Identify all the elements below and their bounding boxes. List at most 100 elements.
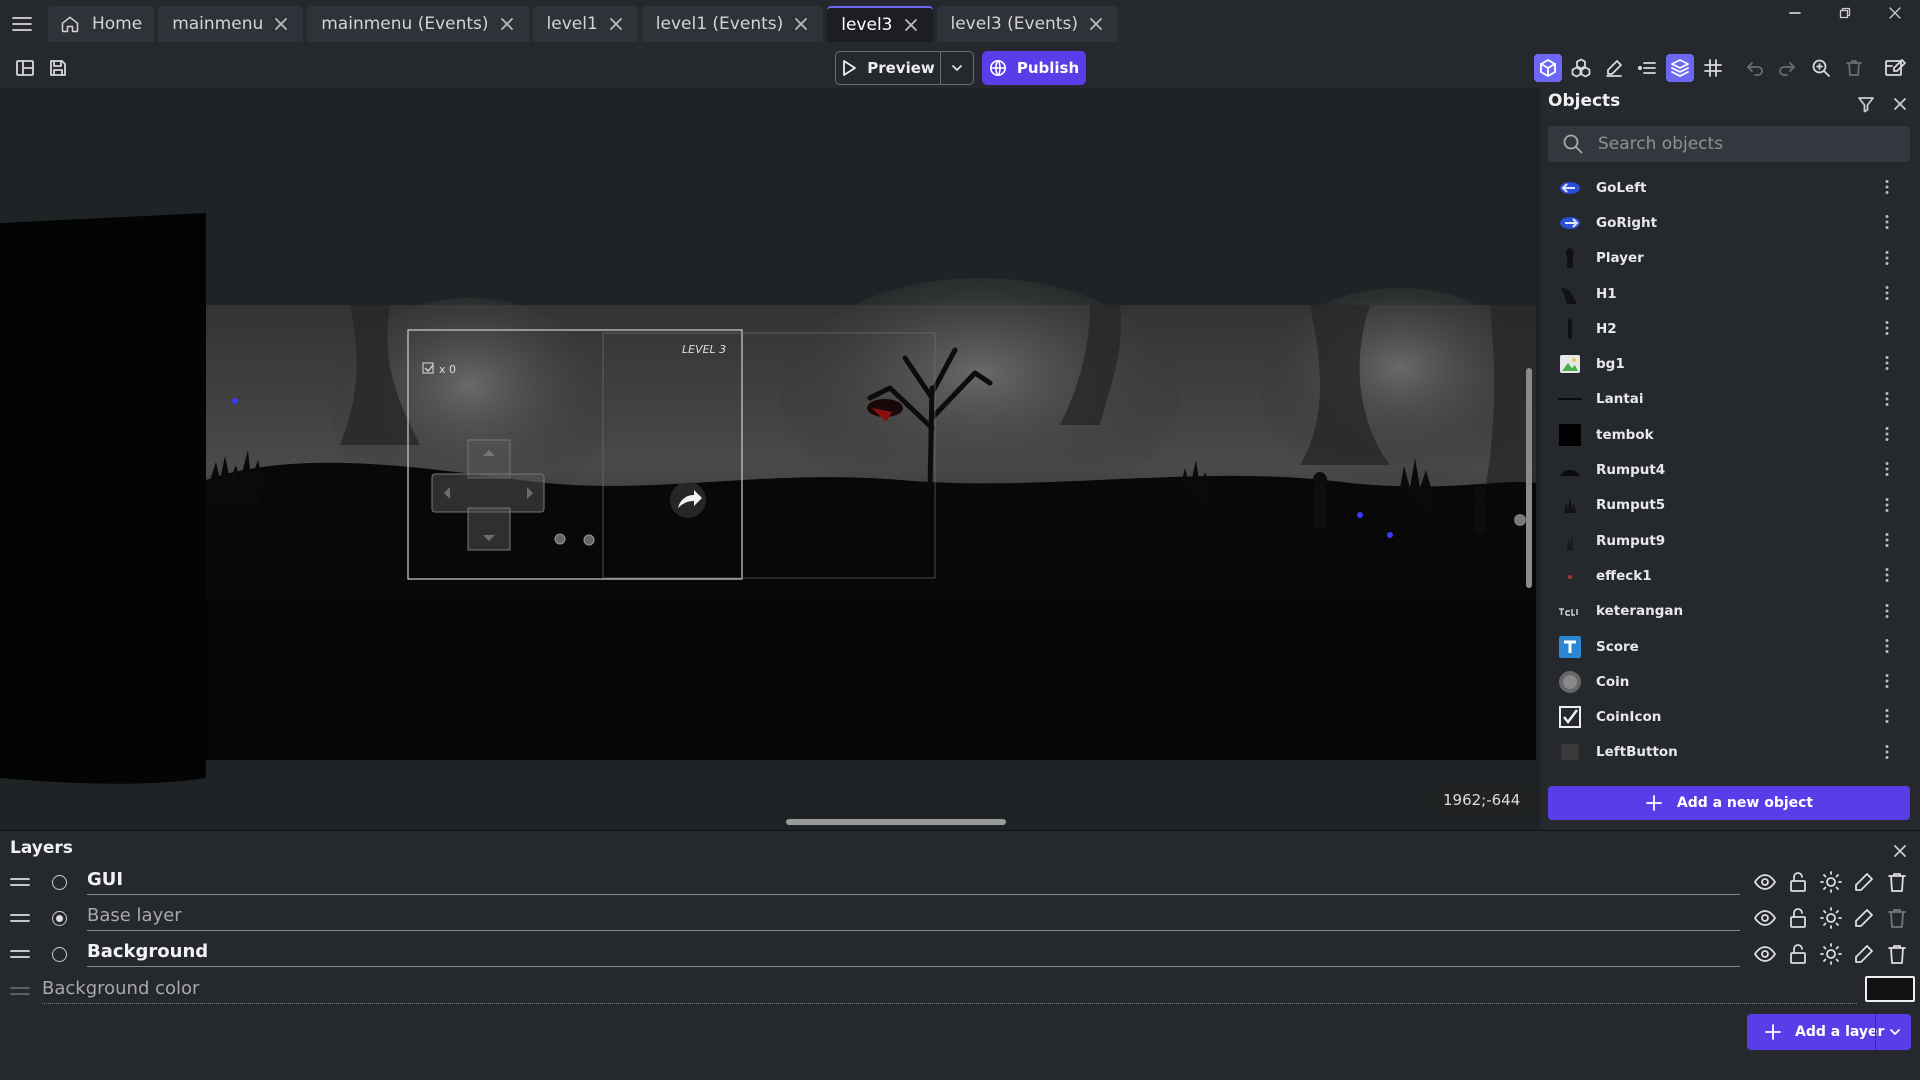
redo-icon[interactable] (1773, 54, 1801, 82)
panels-layout-icon[interactable] (11, 54, 39, 82)
trash-icon[interactable] (1885, 942, 1909, 966)
preview-button[interactable]: Preview (835, 51, 941, 85)
more-options-icon[interactable] (1878, 496, 1896, 514)
scene-canvas[interactable]: x 0 LEVEL 3 (0, 88, 1536, 830)
list-item[interactable]: Score (1540, 629, 1920, 664)
goright-marker[interactable] (1387, 532, 1393, 538)
list-item[interactable]: GoRight (1540, 205, 1920, 240)
list-item[interactable]: LeftButton (1540, 735, 1920, 765)
minimize-icon[interactable] (1770, 0, 1820, 26)
preview-options-dropdown[interactable] (940, 51, 974, 85)
small-button[interactable] (554, 533, 566, 545)
tab-level3-events[interactable]: level3 (Events) (936, 6, 1118, 42)
add-new-object-button[interactable]: Add a new object (1548, 786, 1910, 820)
coin-edge-marker[interactable] (1514, 514, 1526, 526)
lock-open-icon[interactable] (1786, 942, 1810, 966)
grid-icon[interactable] (1699, 54, 1727, 82)
undo-icon[interactable] (1741, 54, 1769, 82)
list-item[interactable]: Rumput4 (1540, 452, 1920, 487)
lock-open-icon[interactable] (1786, 870, 1810, 894)
more-options-icon[interactable] (1878, 284, 1896, 302)
zoom-icon[interactable] (1807, 54, 1835, 82)
more-options-icon[interactable] (1878, 743, 1896, 761)
layer-row-base-layer[interactable]: Base layer (0, 900, 1920, 936)
more-options-icon[interactable] (1878, 178, 1896, 196)
list-item[interactable]: Coin (1540, 664, 1920, 699)
drag-handle-icon[interactable] (10, 912, 30, 924)
layer-select-radio[interactable] (52, 947, 67, 962)
layer-name[interactable]: Background (87, 941, 1740, 967)
lighting-icon[interactable] (1819, 870, 1843, 894)
horizontal-scrollbar[interactable] (786, 819, 1006, 825)
scene-properties-icon[interactable] (1881, 54, 1909, 82)
more-options-icon[interactable] (1878, 707, 1896, 725)
more-options-icon[interactable] (1878, 672, 1896, 690)
list-item[interactable]: Player (1540, 241, 1920, 276)
lock-open-icon[interactable] (1786, 906, 1810, 930)
close-icon[interactable] (273, 16, 289, 32)
more-options-icon[interactable] (1878, 566, 1896, 584)
instances-list-icon[interactable] (1633, 54, 1661, 82)
close-window-icon[interactable] (1870, 0, 1920, 26)
objects-panel-toggle-icon[interactable] (1534, 54, 1562, 82)
eye-icon[interactable] (1753, 942, 1777, 966)
restore-icon[interactable] (1820, 0, 1870, 26)
tab-mainmenu-events[interactable]: mainmenu (Events) (307, 6, 529, 42)
save-icon[interactable] (44, 54, 72, 82)
object-groups-icon[interactable] (1567, 54, 1595, 82)
layer-row-gui[interactable]: GUI (0, 864, 1920, 900)
eye-icon[interactable] (1753, 906, 1777, 930)
list-item[interactable]: keterangan (1540, 594, 1920, 629)
list-item[interactable]: Rumput9 (1540, 523, 1920, 558)
drag-handle-icon[interactable] (10, 876, 30, 888)
layer-select-radio[interactable] (52, 911, 67, 926)
more-options-icon[interactable] (1878, 425, 1896, 443)
tab-level3[interactable]: level3 (827, 6, 933, 42)
close-icon[interactable] (608, 16, 624, 32)
close-icon[interactable] (903, 17, 919, 33)
background-color-swatch[interactable] (1865, 976, 1915, 1002)
tab-level1-events[interactable]: level1 (Events) (641, 6, 824, 42)
close-icon[interactable] (499, 16, 515, 32)
list-item[interactable]: effeck1 (1540, 558, 1920, 593)
more-options-icon[interactable] (1878, 602, 1896, 620)
list-item[interactable]: GoLeft (1540, 170, 1920, 205)
list-item[interactable]: H2 (1540, 311, 1920, 346)
vertical-scrollbar[interactable] (1526, 368, 1532, 588)
more-options-icon[interactable] (1878, 390, 1896, 408)
tab-level1[interactable]: level1 (532, 6, 638, 42)
goleft-marker[interactable] (232, 398, 238, 404)
layer-row-background[interactable]: Background (0, 936, 1920, 972)
tab-home[interactable]: Home (48, 6, 155, 42)
layer-name[interactable]: Base layer (87, 905, 1740, 931)
delete-icon[interactable] (1840, 54, 1868, 82)
small-button[interactable] (583, 534, 595, 546)
close-icon[interactable] (1088, 16, 1104, 32)
list-item[interactable]: H1 (1540, 276, 1920, 311)
layer-select-radio[interactable] (52, 875, 67, 890)
trash-icon[interactable] (1885, 906, 1909, 930)
scene-editor[interactable]: x 0 LEVEL 3 1962;-644 (0, 88, 1536, 830)
more-options-icon[interactable] (1878, 354, 1896, 372)
drag-handle-icon[interactable] (10, 948, 30, 960)
close-icon[interactable] (1890, 841, 1910, 861)
list-item[interactable]: Rumput5 (1540, 488, 1920, 523)
lighting-icon[interactable] (1819, 906, 1843, 930)
edit-icon[interactable] (1852, 906, 1876, 930)
list-item[interactable]: Lantai (1540, 382, 1920, 417)
properties-edit-icon[interactable] (1600, 54, 1628, 82)
more-options-icon[interactable] (1878, 637, 1896, 655)
layer-name[interactable]: GUI (87, 869, 1740, 895)
publish-button[interactable]: Publish (982, 51, 1086, 85)
edit-icon[interactable] (1852, 942, 1876, 966)
trash-icon[interactable] (1885, 870, 1909, 894)
more-options-icon[interactable] (1878, 531, 1896, 549)
chevron-down-icon[interactable] (1885, 1022, 1905, 1042)
more-options-icon[interactable] (1878, 249, 1896, 267)
list-item[interactable]: tembok (1540, 417, 1920, 452)
search-objects-field[interactable] (1548, 126, 1910, 162)
more-options-icon[interactable] (1878, 213, 1896, 231)
eye-icon[interactable] (1753, 870, 1777, 894)
hamburger-menu-icon[interactable] (0, 0, 44, 48)
add-layer-button[interactable]: Add a layer (1747, 1014, 1911, 1050)
